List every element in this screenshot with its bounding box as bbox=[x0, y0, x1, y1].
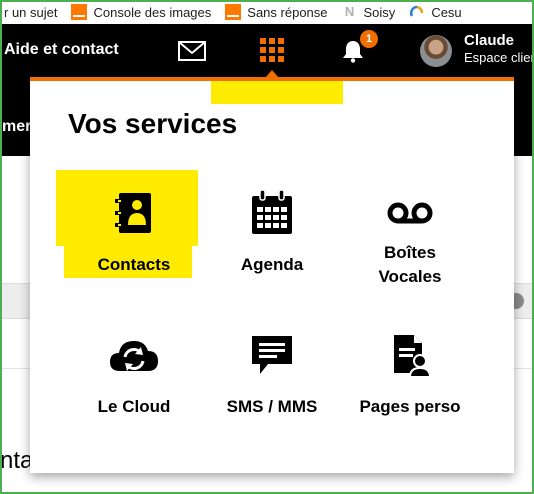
bookmark-console-images[interactable]: Console des images bbox=[71, 0, 211, 24]
page-nav-text: mer bbox=[2, 118, 32, 135]
voicemail-icon bbox=[340, 191, 480, 235]
user-name[interactable]: Claude bbox=[464, 32, 514, 49]
service-cloud[interactable]: Le Cloud bbox=[64, 333, 204, 419]
bookmark-label: Sans réponse bbox=[247, 4, 328, 20]
bookmark-soisy[interactable]: N Soisy bbox=[342, 0, 396, 24]
bookmark-label: r un sujet bbox=[4, 4, 58, 20]
service-pages-perso[interactable]: Pages perso bbox=[340, 333, 480, 419]
bookmark-label: Console des images bbox=[93, 4, 212, 20]
service-label-line2: Vocales bbox=[378, 267, 442, 286]
soisy-n-icon: N bbox=[344, 4, 355, 19]
help-contact-link[interactable]: Aide et contact bbox=[4, 41, 119, 59]
service-label: Le Cloud bbox=[97, 397, 171, 416]
dropdown-caret bbox=[265, 70, 279, 78]
mail-icon[interactable] bbox=[176, 38, 208, 64]
service-contacts[interactable]: Contacts bbox=[64, 191, 204, 277]
active-menu-indicator bbox=[211, 81, 343, 104]
contacts-book-icon bbox=[64, 191, 204, 235]
services-grid-icon[interactable] bbox=[258, 36, 286, 64]
panel-title: Vos services bbox=[68, 108, 238, 139]
notification-badge: 1 bbox=[360, 30, 378, 48]
sms-bubble-icon bbox=[202, 333, 342, 377]
bookmark-sans-reponse[interactable]: Sans réponse bbox=[225, 0, 328, 24]
orange-logo-icon bbox=[71, 4, 88, 20]
service-label-line1: Boîtes bbox=[384, 243, 436, 262]
user-subtitle[interactable]: Espace client bbox=[464, 50, 534, 65]
pages-perso-icon bbox=[340, 333, 480, 377]
avatar[interactable] bbox=[420, 35, 452, 67]
service-sms[interactable]: SMS / MMS bbox=[202, 333, 342, 419]
services-dropdown: Vos services Contacts Agenda Boîtes Voca… bbox=[30, 81, 514, 473]
cloud-sync-icon bbox=[64, 333, 204, 377]
cesu-icon bbox=[409, 4, 425, 20]
bookmark-label: Cesu bbox=[431, 4, 462, 20]
orange-logo-icon bbox=[225, 4, 242, 20]
calendar-icon bbox=[202, 190, 342, 235]
service-voicemail[interactable]: Boîtes Vocales bbox=[340, 191, 480, 289]
service-label: Agenda bbox=[240, 255, 304, 274]
bookmark-sujet[interactable]: r un sujet bbox=[4, 0, 57, 24]
bookmark-label: Soisy bbox=[363, 4, 396, 20]
service-agenda[interactable]: Agenda bbox=[202, 190, 342, 277]
service-label: Pages perso bbox=[359, 397, 461, 416]
page-heading-fragment: nta bbox=[0, 447, 34, 474]
service-label: Contacts bbox=[97, 255, 171, 274]
service-label: SMS / MMS bbox=[226, 397, 318, 416]
bookmarks-bar: r un sujet Console des images Sans répon… bbox=[0, 0, 534, 24]
bookmark-cesu[interactable]: Cesu bbox=[409, 0, 462, 24]
